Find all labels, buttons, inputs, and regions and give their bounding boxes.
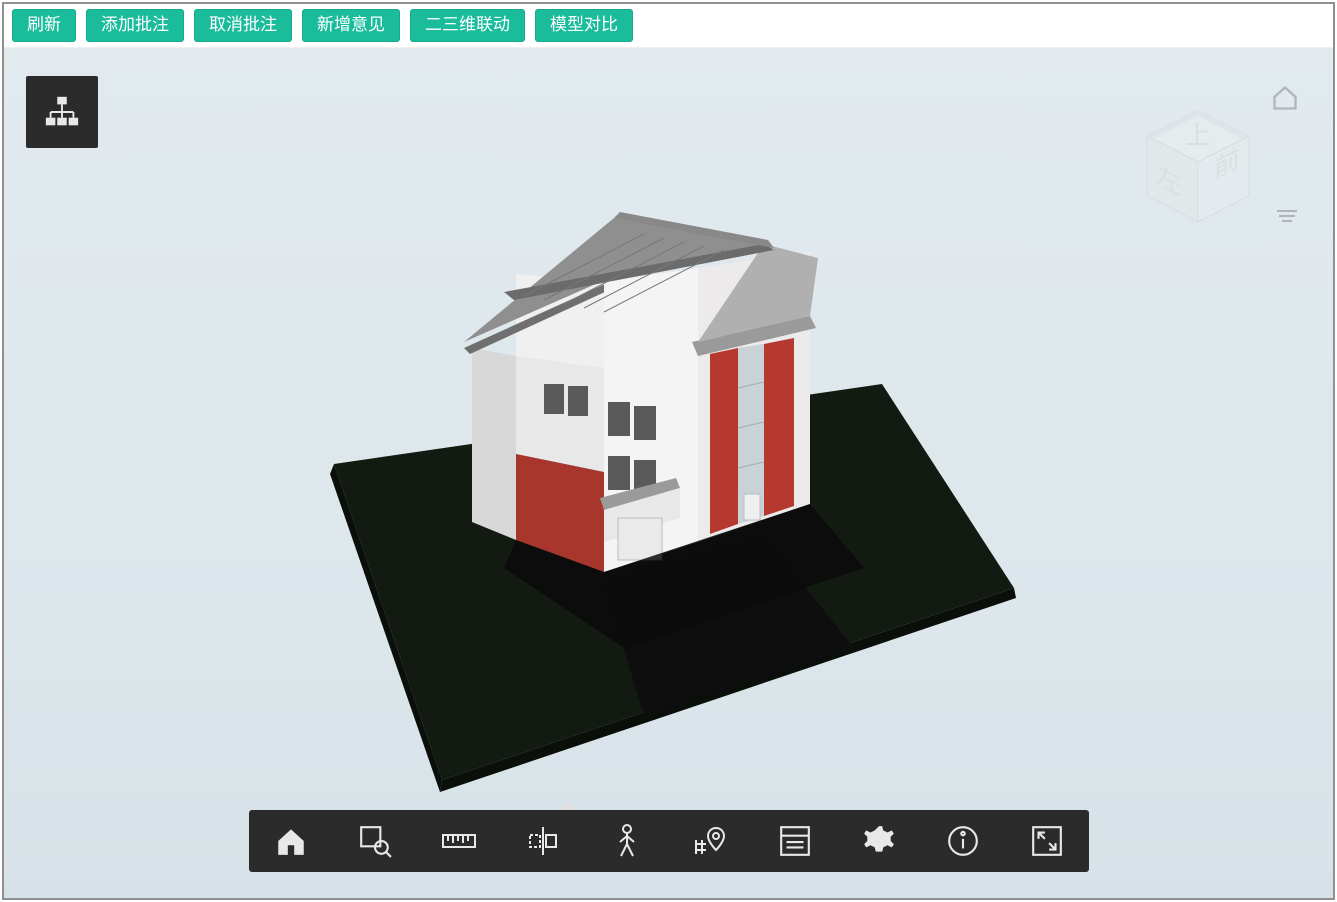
hierarchy-icon — [43, 93, 81, 131]
zoom-region-icon — [358, 824, 392, 858]
viewcube-menu-button[interactable] — [1275, 208, 1299, 228]
properties-button[interactable] — [777, 823, 813, 859]
section-icon — [526, 824, 560, 858]
ruler-icon — [442, 824, 476, 858]
model-tree-button[interactable] — [26, 76, 98, 148]
gear-icon — [862, 824, 896, 858]
map-pin-button[interactable] — [693, 823, 729, 859]
add-annotation-button[interactable]: 添加批注 — [86, 9, 184, 41]
section-button[interactable] — [525, 823, 561, 859]
settings-button[interactable] — [861, 823, 897, 859]
model-compare-button[interactable]: 模型对比 — [535, 9, 633, 41]
fullscreen-icon — [1030, 824, 1064, 858]
cancel-annotation-button[interactable]: 取消批注 — [194, 9, 292, 41]
measure-button[interactable] — [441, 823, 477, 859]
new-comment-button[interactable]: 新增意见 — [302, 9, 400, 41]
bottom-toolbar — [249, 810, 1089, 872]
toolbar-expand-arrow-icon[interactable] — [559, 801, 577, 810]
walk-button[interactable] — [609, 823, 645, 859]
top-toolbar: 刷新 添加批注 取消批注 新增意见 二三维联动 模型对比 — [4, 4, 1333, 48]
viewcube-home-button[interactable] — [1271, 84, 1299, 112]
home-button[interactable] — [273, 823, 309, 859]
menu-lines-icon — [1275, 208, 1299, 224]
home-icon — [1271, 84, 1299, 112]
home-icon — [274, 824, 308, 858]
viewcube: 上 左 前 — [1123, 84, 1303, 254]
person-icon — [610, 824, 644, 858]
properties-icon — [778, 824, 812, 858]
fullscreen-button[interactable] — [1029, 823, 1065, 859]
info-icon — [946, 824, 980, 858]
refresh-button[interactable]: 刷新 — [12, 9, 76, 41]
map-pin-icon — [694, 824, 728, 858]
info-button[interactable] — [945, 823, 981, 859]
zoom-region-button[interactable] — [357, 823, 393, 859]
viewcube-face-top[interactable]: 上 — [1185, 120, 1211, 150]
viewcube-control[interactable]: 上 左 前 — [1133, 104, 1263, 234]
link-2d3d-button[interactable]: 二三维联动 — [410, 9, 525, 41]
